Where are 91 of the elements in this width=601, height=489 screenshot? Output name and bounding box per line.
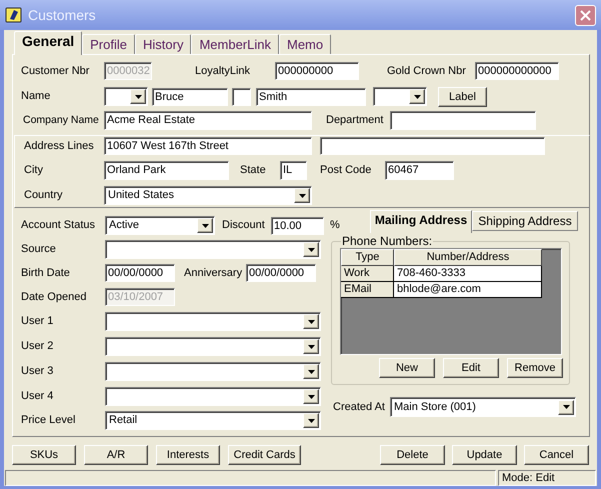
- field-label: Source: [21, 242, 57, 257]
- field-label: Address Lines: [24, 138, 95, 154]
- dropdown[interactable]: [104, 87, 148, 106]
- input-field[interactable]: 60467: [385, 161, 454, 180]
- app-icon: [5, 6, 23, 24]
- input-field[interactable]: 10607 West 167th Street: [104, 137, 312, 155]
- close-button[interactable]: [575, 4, 596, 26]
- tab[interactable]: General: [14, 31, 82, 55]
- dropdown-arrow-icon: [562, 405, 570, 409]
- dropdown[interactable]: Retail: [105, 411, 321, 430]
- dropdown-arrow-icon: [308, 248, 314, 252]
- input-field[interactable]: [320, 137, 545, 155]
- field-label: State: [240, 163, 267, 178]
- dropdown-arrow-icon: [298, 194, 306, 198]
- push-button[interactable]: SKUs: [12, 445, 76, 465]
- input-field[interactable]: [390, 111, 536, 130]
- tab[interactable]: Profile: [82, 34, 135, 54]
- dropdown-arrow-icon: [308, 320, 314, 324]
- dropdown[interactable]: [105, 312, 321, 331]
- field-label: Created At: [333, 400, 386, 414]
- tab[interactable]: History: [135, 34, 192, 54]
- dropdown[interactable]: [373, 87, 427, 106]
- dropdown-arrow-icon: [308, 418, 314, 422]
- push-button[interactable]: Credit Cards: [228, 445, 301, 465]
- push-button[interactable]: Edit: [443, 358, 499, 378]
- input-field[interactable]: 00/00/0000: [246, 264, 316, 282]
- push-button[interactable]: Update: [452, 445, 517, 465]
- push-button[interactable]: New: [379, 358, 435, 378]
- dropdown-arrow-icon: [414, 94, 420, 98]
- window-title: Customers: [28, 6, 96, 24]
- table-cell: Work: [341, 266, 394, 282]
- field-label: %: [330, 218, 341, 233]
- field-label: User 1: [21, 314, 54, 329]
- input-field[interactable]: Orland Park: [104, 161, 229, 180]
- input-field[interactable]: 00/00/0000: [105, 264, 175, 282]
- field-label: Company Name: [23, 113, 100, 128]
- field-label: User 3: [21, 364, 54, 379]
- dropdown[interactable]: Main Store (001): [390, 397, 576, 417]
- input-field[interactable]: 000000000000: [475, 62, 559, 80]
- push-button[interactable]: Delete: [380, 445, 445, 465]
- tab[interactable]: Memo: [278, 34, 332, 54]
- tab[interactable]: MemberLink: [191, 34, 279, 54]
- dropdown-arrow-icon: [308, 344, 314, 348]
- dropdown[interactable]: United States: [104, 186, 312, 205]
- input-field[interactable]: [232, 88, 251, 106]
- push-button[interactable]: Label: [438, 86, 487, 106]
- dropdown-arrow-icon: [134, 94, 142, 98]
- field-label: City: [24, 163, 44, 178]
- input-field[interactable]: 000000000: [275, 62, 359, 80]
- table-cell: 708-460-3333: [394, 266, 542, 282]
- dropdown-arrow-icon: [202, 224, 208, 228]
- field-label: Account Status: [21, 218, 96, 233]
- input-field[interactable]: Acme Real Estate: [104, 111, 312, 130]
- field-label: Date Opened: [21, 290, 88, 304]
- table-cell: bhlode@are.com: [394, 282, 542, 298]
- close-icon: [580, 10, 591, 20]
- column-header[interactable]: Number/Address: [394, 249, 542, 266]
- dropdown-arrow-icon: [308, 370, 314, 374]
- tab[interactable]: Shipping Address: [472, 211, 578, 231]
- field-label: Name: [21, 89, 52, 104]
- field-label: Customer Nbr: [21, 64, 90, 78]
- field-label: Birth Date: [21, 266, 71, 280]
- dropdown[interactable]: [105, 387, 321, 406]
- field-label: Anniversary: [184, 266, 244, 280]
- table-cell: EMail: [341, 282, 394, 298]
- tab[interactable]: Mailing Address: [370, 210, 472, 233]
- push-button[interactable]: A/R: [84, 445, 148, 465]
- push-button[interactable]: Cancel: [524, 445, 589, 465]
- field-label: Department: [326, 113, 384, 128]
- field-label: Price Level: [21, 413, 76, 428]
- field-label: User 4: [21, 389, 54, 404]
- field-label: Country: [24, 188, 64, 203]
- push-button[interactable]: Interests: [156, 445, 220, 465]
- dropdown[interactable]: [105, 240, 321, 259]
- dropdown[interactable]: [105, 337, 321, 356]
- status-text: Mode: Edit: [498, 470, 596, 486]
- input-field[interactable]: Smith: [256, 88, 366, 106]
- input-field[interactable]: IL: [280, 161, 307, 180]
- group-title: Phone Numbers:: [341, 235, 434, 248]
- input-field[interactable]: Bruce: [152, 88, 228, 106]
- input-field[interactable]: 10.00: [271, 216, 324, 234]
- field-label: Post Code: [320, 163, 372, 178]
- dropdown[interactable]: Active: [105, 216, 215, 235]
- dropdown-arrow-icon: [308, 394, 314, 398]
- column-header[interactable]: Type: [341, 249, 394, 266]
- push-button[interactable]: Remove: [507, 358, 563, 378]
- field-label: User 2: [21, 339, 54, 354]
- field-label: LoyaltyLink: [195, 64, 252, 78]
- field-label: Gold Crown Nbr: [387, 64, 467, 78]
- field-label: Discount: [222, 218, 266, 233]
- dropdown[interactable]: [105, 362, 321, 381]
